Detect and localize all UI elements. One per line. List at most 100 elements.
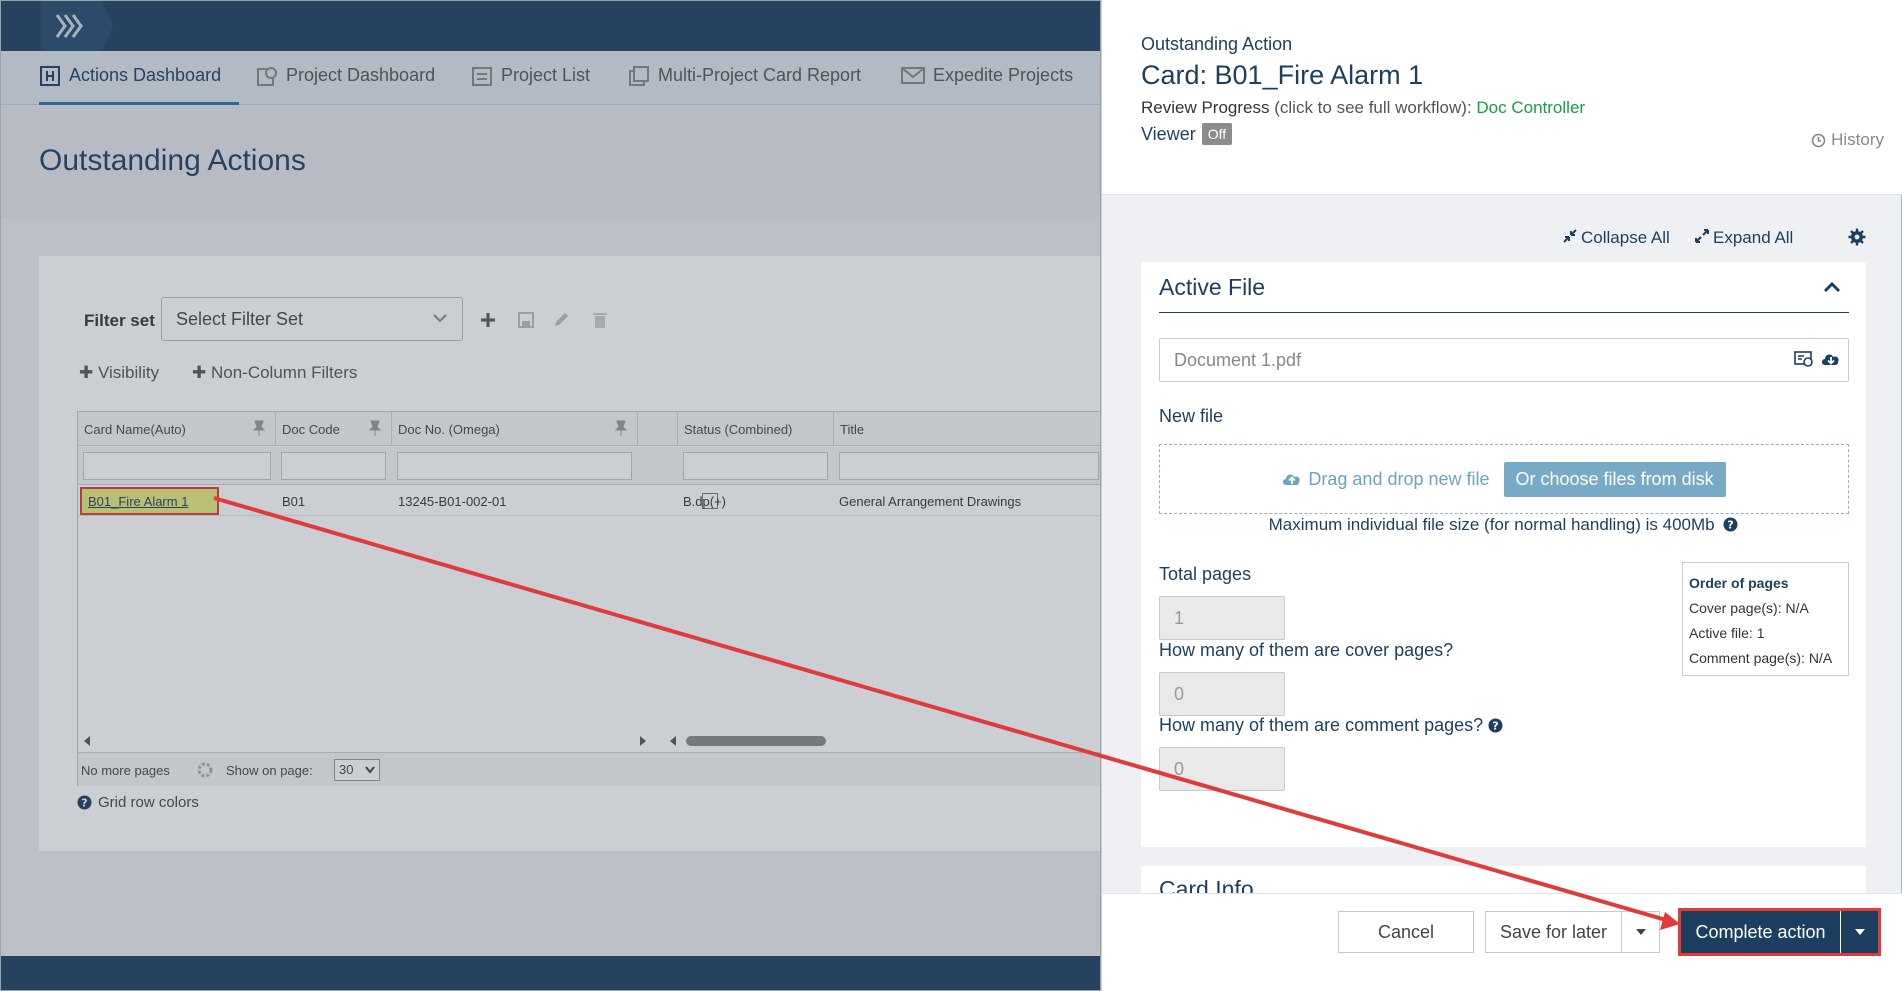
tab-label: Expedite Projects [933, 65, 1074, 85]
chevrons-icon [55, 14, 83, 38]
non-column-filters-label: Non-Column Filters [210, 363, 358, 382]
refresh-icon[interactable] [196, 761, 214, 779]
viewer-toggle[interactable]: Off [1201, 123, 1233, 145]
content-panel: Filter set Select Filter Set ✚ Visibilit… [39, 256, 1100, 851]
max-file-size-note: Maximum individual file size (for normal… [1141, 515, 1866, 535]
max-file-size-text: Maximum individual file size (for normal… [1268, 515, 1715, 534]
cancel-button[interactable]: Cancel [1338, 911, 1474, 953]
main-app: Actions Dashboard Project Dashboard Proj… [0, 0, 1101, 991]
help-icon[interactable]: ? [1723, 517, 1738, 532]
cloud-download-icon[interactable] [1820, 350, 1842, 368]
gear-icon[interactable] [1848, 228, 1866, 246]
column-header-title[interactable]: Title [834, 412, 1100, 446]
top-bar [1, 1, 1100, 51]
scroll-left-icon[interactable] [668, 735, 678, 747]
drawer-kicker: Outstanding Action [1141, 34, 1293, 54]
page-size-select[interactable]: 30 [334, 759, 380, 781]
cover-pages-label: How many of them are cover pages? [1159, 640, 1454, 660]
card-name-link[interactable]: B01_Fire Alarm 1 [80, 487, 219, 515]
filter-set-select[interactable]: Select Filter Set [161, 297, 463, 341]
active-file-name: Document 1.pdf [1174, 350, 1302, 370]
column-header-label: Status (Combined) [684, 422, 793, 437]
filter-input-status[interactable] [683, 452, 828, 480]
list-icon [472, 67, 492, 86]
svg-text:?: ? [1492, 720, 1498, 733]
preview-icon[interactable] [1794, 350, 1814, 368]
filter-input-doc-code[interactable] [281, 452, 386, 480]
dashboard-icon [40, 66, 60, 86]
horizontal-scrollbar[interactable] [78, 731, 1100, 751]
active-file-title: Active File [1159, 274, 1266, 300]
caret-down-icon [1854, 929, 1865, 935]
order-cover-pages: Cover page(s): N/A [1689, 600, 1809, 616]
comment-pages-label-text: How many of them are comment pages? [1159, 715, 1484, 735]
collapse-all-button[interactable]: Collapse All [1562, 228, 1670, 248]
filter-set-label: Filter set [84, 311, 155, 330]
card-info-section[interactable]: Card Info [1141, 866, 1866, 896]
column-header-select[interactable] [638, 412, 678, 446]
cell-status: B.dp(+) [683, 494, 726, 509]
add-icon[interactable] [479, 311, 497, 329]
chevron-up-icon[interactable] [1823, 280, 1841, 294]
save-for-later-button[interactable]: Save for later [1485, 911, 1622, 953]
complete-options-dropdown[interactable] [1841, 911, 1878, 953]
complete-action-button[interactable]: Complete action [1681, 911, 1840, 953]
save-icon[interactable] [517, 311, 535, 329]
column-header-status[interactable]: Status (Combined) [678, 412, 834, 446]
filter-input-title[interactable] [839, 452, 1099, 480]
column-header-label: Title [840, 422, 865, 437]
filter-input-card-name[interactable] [83, 452, 271, 480]
help-icon: ? [77, 795, 92, 810]
new-file-label: New file [1159, 406, 1224, 426]
tab-multi-project-card-report[interactable]: Multi-Project Card Report [628, 65, 861, 105]
chevron-down-icon [365, 766, 375, 774]
pin-icon[interactable] [369, 420, 381, 436]
cell-doc-no: 13245-B01-002-01 [398, 494, 507, 509]
filter-input-doc-no[interactable] [397, 452, 632, 480]
review-progress-label: Review Progress [1141, 98, 1270, 117]
non-column-filters-button[interactable]: ✚ Non-Column Filters [192, 363, 357, 383]
scroll-right-icon[interactable] [638, 735, 648, 747]
visibility-button[interactable]: ✚ Visibility [79, 363, 159, 383]
grid-row-colors-link[interactable]: ? Grid row colors [77, 794, 199, 811]
menu-toggle-button[interactable] [41, 1, 113, 51]
review-progress-link[interactable]: Doc Controller [1476, 98, 1585, 117]
clock-icon [1811, 133, 1826, 147]
column-header-card-name[interactable]: Card Name(Auto) [78, 412, 276, 446]
envelope-icon [901, 67, 925, 84]
caret-down-icon [1635, 929, 1646, 935]
tab-project-list[interactable]: Project List [471, 65, 590, 105]
scroll-thumb[interactable] [686, 736, 826, 746]
table-row[interactable]: B01_Fire Alarm 1 B01 13245-B01-002-01 B.… [78, 486, 1100, 516]
active-file-section: Active File Document 1.pdf New file Drag… [1141, 262, 1866, 847]
save-options-dropdown[interactable] [1621, 911, 1660, 953]
help-icon[interactable]: ? [1488, 718, 1503, 733]
column-header-doc-no[interactable]: Doc No. (Omega) [392, 412, 638, 446]
file-drop-zone[interactable]: Drag and drop new file Or choose files f… [1159, 444, 1849, 514]
total-pages-label: Total pages [1159, 564, 1252, 584]
drawer-footer: Cancel Save for later Complete action [1102, 893, 1902, 991]
pin-icon[interactable] [253, 420, 265, 436]
history-link[interactable]: History [1811, 130, 1884, 150]
review-progress: Review Progress (click to see full workf… [1141, 98, 1585, 118]
cell-title: General Arrangement Drawings [839, 494, 1022, 509]
tab-project-dashboard[interactable]: Project Dashboard [256, 65, 435, 105]
tab-actions-dashboard[interactable]: Actions Dashboard [39, 65, 239, 105]
trash-icon[interactable] [592, 311, 608, 329]
column-header-label: Doc Code [282, 422, 340, 437]
visibility-label: Visibility [97, 363, 160, 382]
pencil-icon[interactable] [552, 311, 570, 329]
tab-expedite-projects[interactable]: Expedite Projects [901, 65, 1073, 105]
column-header-label: Card Name(Auto) [84, 422, 186, 437]
expand-all-button[interactable]: Expand All [1694, 228, 1793, 248]
collapse-all-label: Collapse All [1581, 228, 1670, 247]
pin-icon[interactable] [615, 420, 627, 436]
compress-icon [1563, 229, 1577, 243]
column-header-doc-code[interactable]: Doc Code [276, 412, 392, 446]
card-title: Card: B01_Fire Alarm 1 [1141, 60, 1424, 90]
complete-action-group: Complete action [1678, 908, 1881, 956]
history-label: History [1831, 130, 1884, 149]
report-icon [629, 66, 649, 86]
scroll-left-icon[interactable] [82, 735, 92, 747]
choose-files-button[interactable]: Or choose files from disk [1503, 461, 1726, 497]
